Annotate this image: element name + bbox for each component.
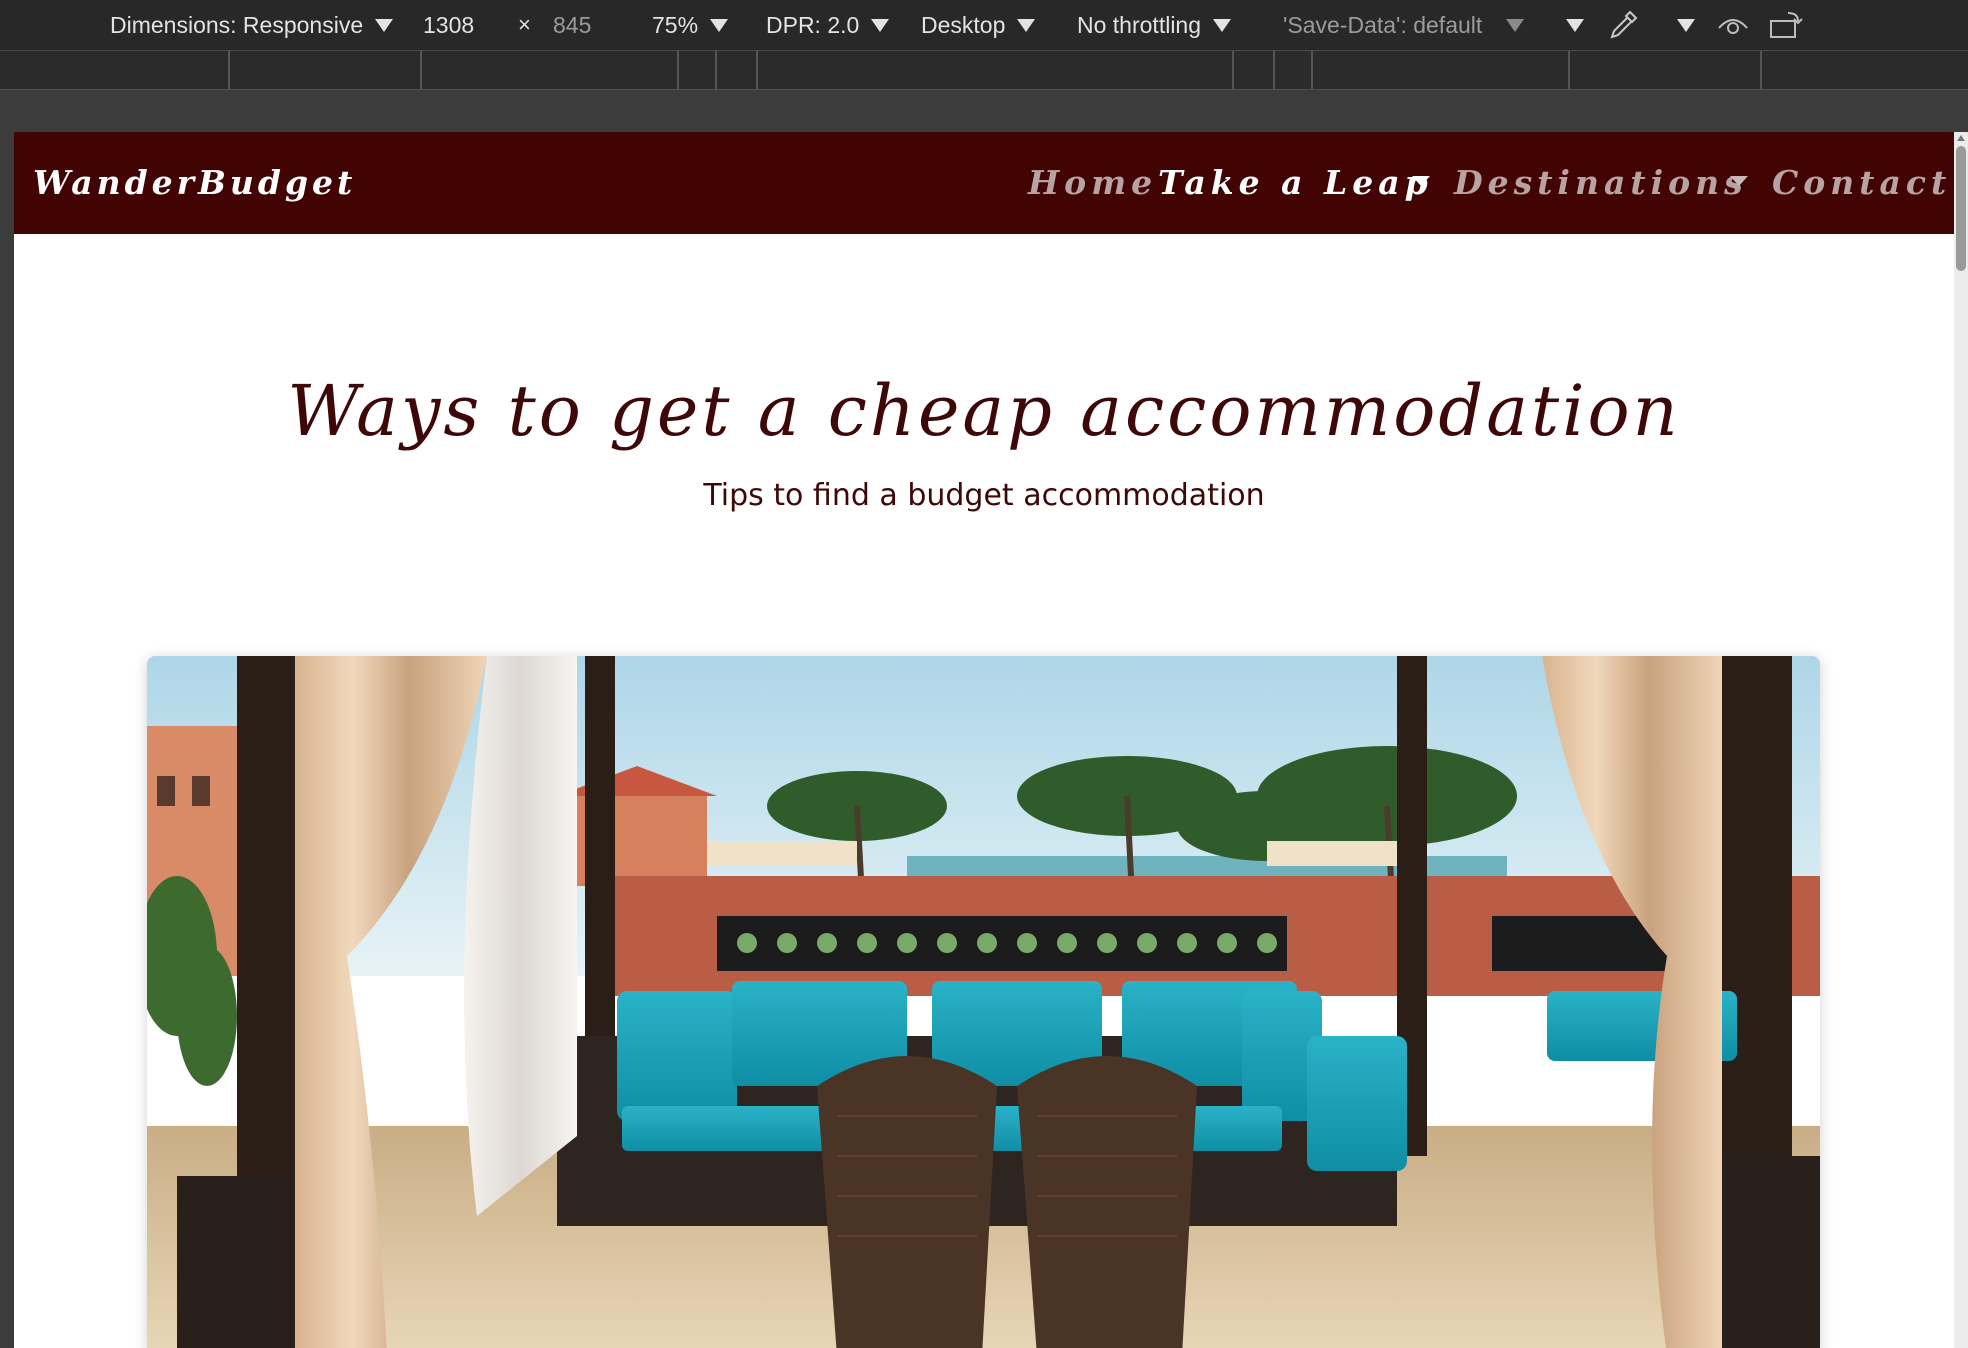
- caret-down-icon[interactable]: [1730, 176, 1748, 186]
- page-scrollbar[interactable]: [1954, 132, 1968, 1348]
- nav-item-take-a-leap[interactable]: Take a Leap: [1158, 132, 1433, 234]
- ruler-divider: [1311, 51, 1313, 89]
- nav-item-contact[interactable]: Contact: [1772, 132, 1951, 234]
- save-data-dropdown[interactable]: 'Save-Data': default: [1283, 0, 1525, 50]
- chevron-down-icon: [1566, 19, 1584, 33]
- page-subtitle: Tips to find a budget accommodation: [703, 478, 1265, 513]
- height-value: 845: [553, 12, 592, 38]
- nav-item-home[interactable]: Home: [1028, 132, 1157, 234]
- resort-terrace-image: [147, 656, 1820, 1348]
- ruler-divider: [1232, 51, 1234, 89]
- times-symbol: ×: [518, 0, 531, 50]
- chevron-down-icon: [1677, 19, 1695, 33]
- times-text: ×: [518, 12, 531, 37]
- vision-dropdown[interactable]: [1677, 0, 1695, 50]
- device-type-dropdown[interactable]: Desktop: [921, 0, 1036, 50]
- dimensions-dropdown[interactable]: Dimensions: Responsive: [110, 0, 394, 50]
- save-data-label: 'Save-Data': default: [1283, 12, 1483, 38]
- dpr-dropdown[interactable]: DPR: 2.0: [766, 0, 890, 50]
- chevron-down-icon: [871, 19, 890, 33]
- rotate-icon[interactable]: [1768, 9, 1804, 41]
- chevron-down-icon: [1017, 19, 1036, 33]
- dpr-label: DPR: 2.0: [766, 12, 860, 38]
- device-type-label: Desktop: [921, 12, 1006, 38]
- hero-image: [147, 656, 1820, 1348]
- width-input[interactable]: 1308: [423, 0, 474, 50]
- page-title: Ways to get a cheap accommodation: [287, 370, 1681, 452]
- device-toolbar: Dimensions: Responsive 1308 × 845 75% DP…: [0, 0, 1968, 51]
- dimensions-label: Dimensions: Responsive: [110, 12, 364, 38]
- ruler-divider: [420, 51, 422, 89]
- caret-down-icon[interactable]: [1412, 176, 1430, 186]
- site-navbar: WanderBudget Home Take a Leap Destinatio…: [14, 132, 1954, 234]
- media-query-bar[interactable]: [0, 51, 1968, 90]
- ruler-divider: [715, 51, 717, 89]
- ruler-divider: [677, 51, 679, 89]
- ruler-divider: [1760, 51, 1762, 89]
- throttling-label: No throttling: [1077, 12, 1202, 38]
- ruler-divider: [1273, 51, 1275, 89]
- scroll-up-arrow-icon[interactable]: [1957, 135, 1965, 141]
- scrollbar-thumb[interactable]: [1956, 146, 1966, 271]
- nav-item-destinations[interactable]: Destinations: [1454, 132, 1748, 234]
- page-viewport: WanderBudget Home Take a Leap Destinatio…: [14, 132, 1954, 1348]
- chevron-down-icon: [710, 19, 729, 33]
- chevron-down-icon: [1213, 19, 1232, 33]
- zoom-label: 75%: [652, 12, 699, 38]
- ruler-divider: [1568, 51, 1570, 89]
- throttling-dropdown[interactable]: No throttling: [1077, 0, 1232, 50]
- ruler-divider: [228, 51, 230, 89]
- eye-icon[interactable]: [1716, 10, 1750, 40]
- more-options-dropdown[interactable]: [1566, 0, 1584, 50]
- eyedropper-icon[interactable]: [1606, 8, 1640, 42]
- zoom-dropdown[interactable]: 75%: [652, 0, 729, 50]
- ruler-divider: [756, 51, 758, 89]
- brand-logo[interactable]: WanderBudget: [33, 132, 356, 234]
- viewport-backdrop: [0, 90, 1968, 132]
- height-input[interactable]: 845: [553, 0, 591, 50]
- width-value: 1308: [423, 12, 475, 38]
- chevron-down-icon: [1506, 19, 1525, 33]
- chevron-down-icon: [375, 19, 394, 33]
